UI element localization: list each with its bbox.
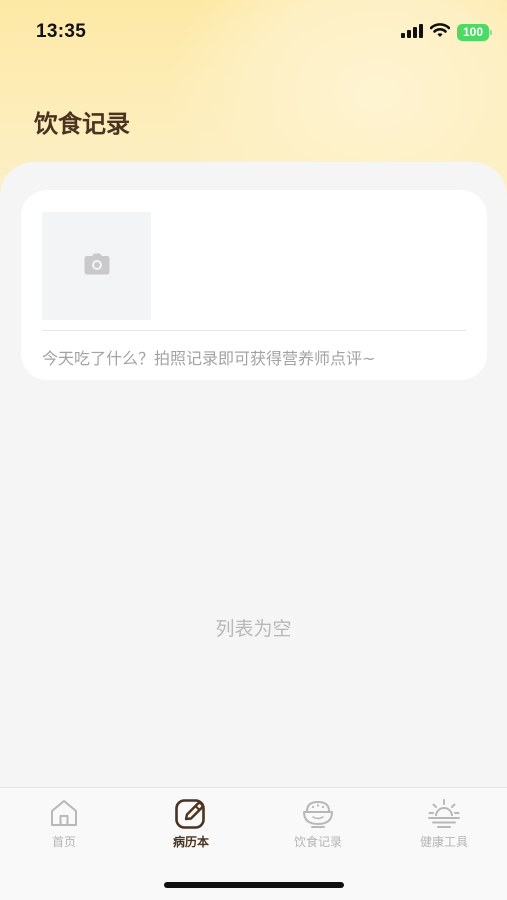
rice-bowl-icon [301,796,335,830]
home-indicator[interactable] [164,882,344,888]
sunrise-icon [427,796,461,830]
tab-health-tools-label: 健康工具 [419,835,468,849]
status-bar: 13:35 100 [0,0,507,64]
tab-diet-record-label: 饮食记录 [293,835,342,849]
tab-health-tools[interactable]: 健康工具 [381,796,507,856]
empty-list-text: 列表为空 [215,618,292,640]
tab-home[interactable]: 首页 [1,796,127,856]
tab-medical-record-label: 病历本 [172,835,209,849]
wifi-icon [429,22,451,42]
status-icons: 100 [401,22,492,42]
status-time: 13:35 [36,21,87,42]
post-prompt-text[interactable]: 今天吃了什么？拍照记录即可获得营养师点评~ [42,345,472,369]
battery-icon: 100 [457,23,492,41]
edit-note-icon [174,796,208,830]
cellular-signal-icon [401,23,423,42]
page-title: 饮食记录 [34,110,130,138]
home-icon [47,796,81,830]
diet-post-card[interactable]: 今天吃了什么？拍照记录即可获得营养师点评~ [21,190,487,380]
tab-home-label: 首页 [51,835,76,849]
tab-diet-record[interactable]: 饮食记录 [255,796,381,856]
add-photo-button[interactable] [42,212,151,320]
tab-medical-record[interactable]: 病历本 [128,796,254,856]
camera-icon [84,253,110,279]
card-divider [42,330,466,331]
